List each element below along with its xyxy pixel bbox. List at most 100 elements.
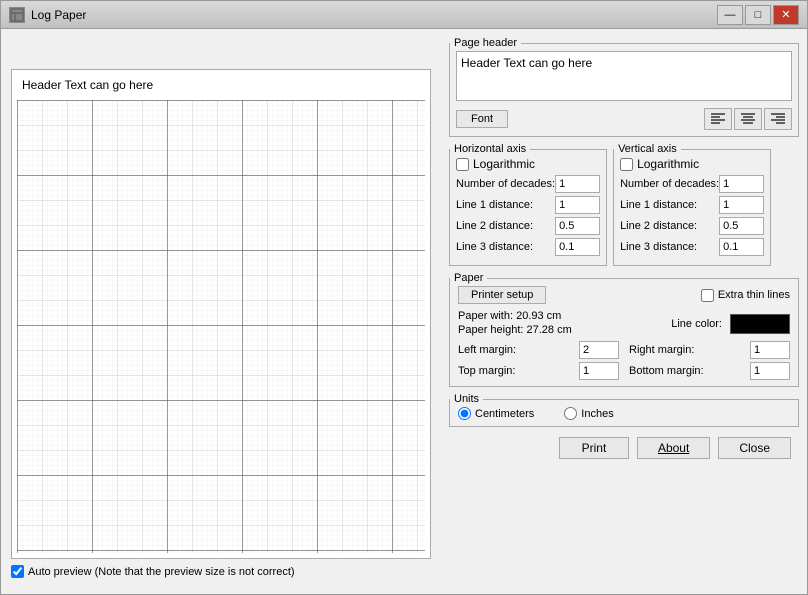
top-margin-field: Top margin: xyxy=(458,362,619,380)
paper-dimensions: Paper with: 20.93 cm Paper height: 27.28… xyxy=(458,308,572,338)
inches-label: Inches xyxy=(581,408,613,420)
preview-panel: Header Text can go here xyxy=(1,29,441,594)
line-color-swatch[interactable] xyxy=(730,314,790,334)
right-margins: Right margin: Bottom margin: xyxy=(629,341,790,380)
align-right-button[interactable] xyxy=(764,108,792,130)
v-logarithmic-row: Logarithmic xyxy=(620,157,764,171)
auto-preview-row: Auto preview (Note that the preview size… xyxy=(11,559,431,584)
paper-section: Paper Printer setup Extra thin lines Pap… xyxy=(449,272,799,387)
inches-row: Inches xyxy=(564,407,613,420)
paper-width: Paper with: 20.93 cm xyxy=(458,310,572,322)
paper-content: Printer setup Extra thin lines Paper wit… xyxy=(450,284,798,386)
minimize-button[interactable]: — xyxy=(717,5,743,25)
v-line1-input[interactable] xyxy=(719,196,764,214)
title-bar-left: Log Paper xyxy=(9,7,86,23)
header-text-input[interactable] xyxy=(456,51,792,101)
v-line3-input[interactable] xyxy=(719,238,764,256)
v-decades-row: Number of decades: xyxy=(620,175,764,193)
paper-height: Paper height: 27.28 cm xyxy=(458,324,572,336)
units-legend: Units xyxy=(450,393,483,405)
h-decades-label: Number of decades: xyxy=(456,178,555,190)
v-line3-row: Line 3 distance: xyxy=(620,238,764,256)
main-window: Log Paper — □ ✕ Header Text can go here xyxy=(0,0,808,595)
about-button[interactable]: About xyxy=(637,437,710,459)
h-line2-row: Line 2 distance: xyxy=(456,217,600,235)
align-buttons xyxy=(704,108,792,130)
grid-container xyxy=(17,100,425,553)
extra-thin-row: Extra thin lines xyxy=(701,289,790,302)
v-line1-label: Line 1 distance: xyxy=(620,199,697,211)
centimeters-radio[interactable] xyxy=(458,407,471,420)
h-decades-input[interactable] xyxy=(555,175,600,193)
main-content: Header Text can go here xyxy=(1,29,807,594)
page-header-section: Page header Font xyxy=(449,37,799,137)
v-logarithmic-checkbox[interactable] xyxy=(620,158,633,171)
paper-legend: Paper xyxy=(450,272,487,284)
right-margin-label: Right margin: xyxy=(629,344,694,356)
left-margin-label: Left margin: xyxy=(458,344,516,356)
paper-top-row: Printer setup Extra thin lines xyxy=(458,286,790,304)
h-logarithmic-row: Logarithmic xyxy=(456,157,600,171)
v-line3-label: Line 3 distance: xyxy=(620,241,697,253)
window-title: Log Paper xyxy=(31,8,86,22)
units-section: Units Centimeters Inches xyxy=(449,393,799,427)
h-line3-label: Line 3 distance: xyxy=(456,241,533,253)
v-decades-input[interactable] xyxy=(719,175,764,193)
printer-setup-button[interactable]: Printer setup xyxy=(458,286,546,304)
preview-header-text: Header Text can go here xyxy=(22,78,153,92)
right-margin-field: Right margin: xyxy=(629,341,790,359)
header-controls: Font xyxy=(456,108,792,130)
h-logarithmic-checkbox[interactable] xyxy=(456,158,469,171)
h-line1-input[interactable] xyxy=(555,196,600,214)
h-line2-input[interactable] xyxy=(555,217,600,235)
vertical-axis-legend: Vertical axis xyxy=(614,143,681,155)
align-left-button[interactable] xyxy=(704,108,732,130)
page-header-legend: Page header xyxy=(450,37,521,49)
print-label: Print xyxy=(582,441,607,455)
auto-preview-label: Auto preview (Note that the preview size… xyxy=(28,566,295,578)
close-window-button[interactable]: ✕ xyxy=(773,5,799,25)
margins-row: Left margin: Top margin: Right margin: xyxy=(458,341,790,380)
window-icon xyxy=(9,7,25,23)
bottom-margin-input[interactable] xyxy=(750,362,790,380)
v-logarithmic-label: Logarithmic xyxy=(637,157,699,171)
h-line3-row: Line 3 distance: xyxy=(456,238,600,256)
left-margin-input[interactable] xyxy=(579,341,619,359)
preview-area: Header Text can go here xyxy=(11,69,431,559)
horizontal-axis-legend: Horizontal axis xyxy=(450,143,530,155)
top-margin-input[interactable] xyxy=(579,362,619,380)
horizontal-axis-section: Horizontal axis Logarithmic Number of de… xyxy=(449,143,607,266)
centimeters-label: Centimeters xyxy=(475,408,534,420)
about-label: About xyxy=(658,441,689,455)
close-button[interactable]: Close xyxy=(718,437,791,459)
horizontal-axis-content: Logarithmic Number of decades: Line 1 di… xyxy=(450,155,606,265)
close-label: Close xyxy=(739,441,770,455)
axes-row: Horizontal axis Logarithmic Number of de… xyxy=(449,143,799,266)
bottom-margin-field: Bottom margin: xyxy=(629,362,790,380)
vertical-axis-content: Logarithmic Number of decades: Line 1 di… xyxy=(614,155,770,265)
extra-thin-checkbox[interactable] xyxy=(701,289,714,302)
h-line3-input[interactable] xyxy=(555,238,600,256)
v-decades-label: Number of decades: xyxy=(620,178,719,190)
right-margin-input[interactable] xyxy=(750,341,790,359)
inches-radio[interactable] xyxy=(564,407,577,420)
h-line1-row: Line 1 distance: xyxy=(456,196,600,214)
h-decades-row: Number of decades: xyxy=(456,175,600,193)
v-line2-input[interactable] xyxy=(719,217,764,235)
v-line1-row: Line 1 distance: xyxy=(620,196,764,214)
font-button[interactable]: Font xyxy=(456,110,508,128)
maximize-button[interactable]: □ xyxy=(745,5,771,25)
top-margin-label: Top margin: xyxy=(458,365,515,377)
auto-preview-checkbox[interactable] xyxy=(11,565,24,578)
v-line2-label: Line 2 distance: xyxy=(620,220,697,232)
align-center-button[interactable] xyxy=(734,108,762,130)
extra-thin-label: Extra thin lines xyxy=(718,289,790,301)
grid-svg xyxy=(17,100,425,553)
vertical-axis-section: Vertical axis Logarithmic Number of deca… xyxy=(613,143,771,266)
title-controls: — □ ✕ xyxy=(717,5,799,25)
line-color-row: Line color: xyxy=(671,314,790,334)
bottom-bar: Print About Close xyxy=(449,433,799,463)
title-bar: Log Paper — □ ✕ xyxy=(1,1,807,29)
print-button[interactable]: Print xyxy=(559,437,629,459)
v-line2-row: Line 2 distance: xyxy=(620,217,764,235)
